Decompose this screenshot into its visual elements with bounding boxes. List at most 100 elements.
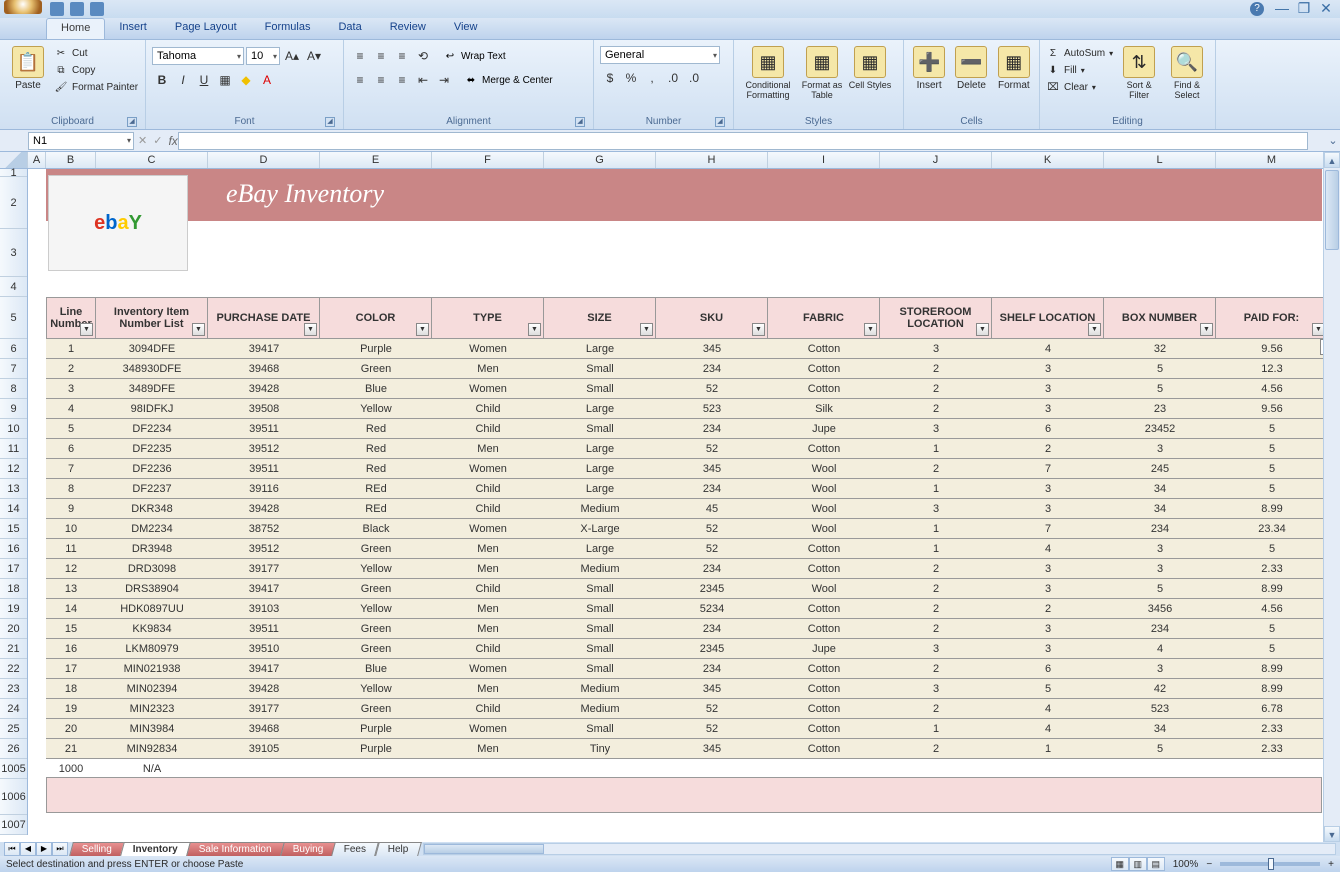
row-header-14[interactable]: 14 xyxy=(0,499,27,519)
cell[interactable]: Medium xyxy=(544,699,656,719)
format-as-table-button[interactable]: ▦Format as Table xyxy=(800,46,844,100)
cell[interactable]: 32 xyxy=(1104,339,1216,359)
column-header-J[interactable]: J xyxy=(880,152,992,168)
cell[interactable]: 9 xyxy=(46,499,96,519)
orientation-button[interactable]: ⟲ xyxy=(413,46,433,66)
minimize-button[interactable]: — xyxy=(1274,2,1290,16)
cell[interactable]: 5 xyxy=(1104,379,1216,399)
hscroll-thumb[interactable] xyxy=(424,844,544,854)
cell[interactable] xyxy=(656,759,768,779)
cell[interactable]: Red xyxy=(320,439,432,459)
zoom-slider-thumb[interactable] xyxy=(1268,858,1274,870)
cell[interactable]: Yellow xyxy=(320,399,432,419)
clear-button[interactable]: ⌧Clear▾ xyxy=(1046,80,1113,94)
cell[interactable]: 52 xyxy=(656,439,768,459)
column-header-F[interactable]: F xyxy=(432,152,544,168)
cell[interactable]: MIN3984 xyxy=(96,719,208,739)
currency-button[interactable]: $ xyxy=(600,68,620,88)
find-select-button[interactable]: 🔍Find & Select xyxy=(1165,46,1209,100)
cell[interactable]: 1000 xyxy=(46,759,96,779)
cell[interactable]: 3 xyxy=(46,379,96,399)
cell[interactable]: Cotton xyxy=(768,679,880,699)
cell[interactable]: Large xyxy=(544,399,656,419)
insert-cells-button[interactable]: ➕Insert xyxy=(910,46,948,91)
align-top-button[interactable]: ≡ xyxy=(350,46,370,66)
filter-dropdown-icon[interactable]: ▼ xyxy=(864,323,877,336)
cell[interactable]: 20 xyxy=(46,719,96,739)
cell[interactable]: 39428 xyxy=(208,679,320,699)
cell[interactable] xyxy=(1216,759,1328,779)
cell[interactable]: 39417 xyxy=(208,339,320,359)
cell[interactable]: 3 xyxy=(992,579,1104,599)
cell[interactable]: Purple xyxy=(320,339,432,359)
cell[interactable] xyxy=(1104,759,1216,779)
cell[interactable]: 1 xyxy=(880,719,992,739)
cell[interactable]: Small xyxy=(544,639,656,659)
filter-dropdown-icon[interactable]: ▼ xyxy=(192,323,205,336)
cell[interactable]: 4 xyxy=(992,339,1104,359)
cell[interactable]: Red xyxy=(320,419,432,439)
cell[interactable]: 3 xyxy=(992,619,1104,639)
column-header-C[interactable]: C xyxy=(96,152,208,168)
cell[interactable]: DF2234 xyxy=(96,419,208,439)
cell[interactable]: 2 xyxy=(880,379,992,399)
cell[interactable]: 3489DFE xyxy=(96,379,208,399)
cell[interactable]: 52 xyxy=(656,539,768,559)
cut-button[interactable]: ✂Cut xyxy=(54,46,138,60)
cell[interactable]: 348930DFE xyxy=(96,359,208,379)
row-header-1006[interactable]: 1006 xyxy=(0,779,27,815)
cell[interactable]: 234 xyxy=(656,419,768,439)
cell[interactable]: 2 xyxy=(880,579,992,599)
cell[interactable]: 14 xyxy=(46,599,96,619)
ribbon-tab-view[interactable]: View xyxy=(440,18,492,39)
cell[interactable]: 17 xyxy=(46,659,96,679)
sheet-tab-selling[interactable]: Selling xyxy=(69,842,125,856)
cell[interactable]: Green xyxy=(320,639,432,659)
dialog-launcher-icon[interactable]: ◢ xyxy=(715,117,725,127)
cell[interactable]: 39512 xyxy=(208,539,320,559)
cell[interactable]: 3 xyxy=(992,479,1104,499)
filter-dropdown-icon[interactable]: ▼ xyxy=(416,323,429,336)
cell[interactable]: 2 xyxy=(992,439,1104,459)
autosum-button[interactable]: ΣAutoSum▾ xyxy=(1046,46,1113,60)
cell[interactable]: Women xyxy=(432,719,544,739)
cell[interactable]: Yellow xyxy=(320,679,432,699)
cell[interactable]: 5 xyxy=(1104,359,1216,379)
cell[interactable]: Green xyxy=(320,359,432,379)
cell[interactable]: 523 xyxy=(1104,699,1216,719)
table-header[interactable]: SHELF LOCATION▼ xyxy=(992,297,1104,339)
cell[interactable]: MIN02394 xyxy=(96,679,208,699)
cell[interactable]: 345 xyxy=(656,339,768,359)
cell[interactable]: 5 xyxy=(46,419,96,439)
cell[interactable]: 5 xyxy=(1216,479,1328,499)
qat-save-icon[interactable] xyxy=(50,2,64,16)
cell[interactable]: Cotton xyxy=(768,379,880,399)
cell[interactable]: 15 xyxy=(46,619,96,639)
cell[interactable]: Large xyxy=(544,459,656,479)
row-header-9[interactable]: 9 xyxy=(0,399,27,419)
cell[interactable]: 39511 xyxy=(208,619,320,639)
cell[interactable]: 8.99 xyxy=(1216,499,1328,519)
cell[interactable]: Men xyxy=(432,739,544,759)
table-header[interactable]: Line Number▼ xyxy=(46,297,96,339)
cell[interactable]: 345 xyxy=(656,459,768,479)
cell[interactable]: 23.34 xyxy=(1216,519,1328,539)
cell[interactable]: N/A xyxy=(96,759,208,779)
row-header-13[interactable]: 13 xyxy=(0,479,27,499)
cell[interactable]: REd xyxy=(320,499,432,519)
decrease-decimal-button[interactable]: .0 xyxy=(684,68,704,88)
cell[interactable]: Yellow xyxy=(320,559,432,579)
cell[interactable]: 42 xyxy=(1104,679,1216,699)
cell[interactable]: Large xyxy=(544,439,656,459)
sheet-tab-help[interactable]: Help xyxy=(375,842,421,856)
cell[interactable]: MIN92834 xyxy=(96,739,208,759)
align-middle-button[interactable]: ≡ xyxy=(371,46,391,66)
cell[interactable]: 2 xyxy=(880,739,992,759)
cell[interactable]: X-Large xyxy=(544,519,656,539)
sheet-tab-buying[interactable]: Buying xyxy=(280,842,336,856)
cell[interactable]: 39116 xyxy=(208,479,320,499)
cell[interactable]: 3 xyxy=(880,419,992,439)
cell[interactable]: Child xyxy=(432,399,544,419)
table-header[interactable]: PAID FOR:▼ xyxy=(1216,297,1328,339)
cell[interactable]: Green xyxy=(320,579,432,599)
